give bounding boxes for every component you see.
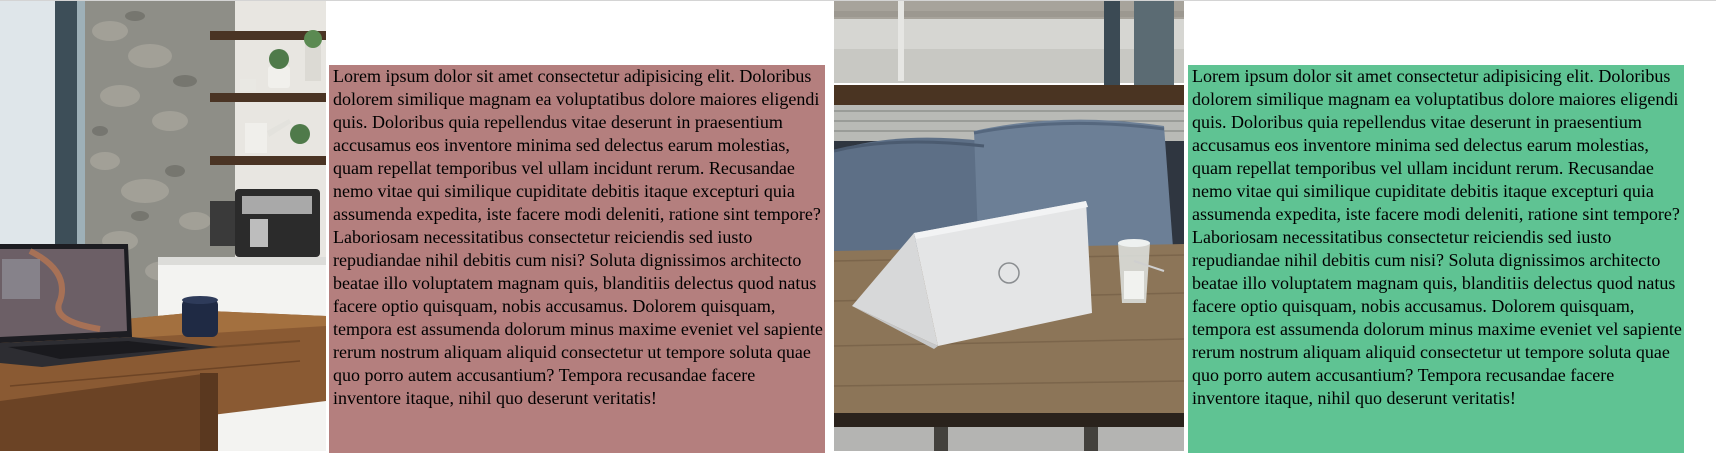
laptop-kitchen-photo xyxy=(0,1,326,451)
laptop-cafe-photo xyxy=(834,1,1184,451)
text-block-rose: Lorem ipsum dolor sit amet consectetur a… xyxy=(329,65,825,453)
text-block-green: Lorem ipsum dolor sit amet consectetur a… xyxy=(1188,65,1684,453)
